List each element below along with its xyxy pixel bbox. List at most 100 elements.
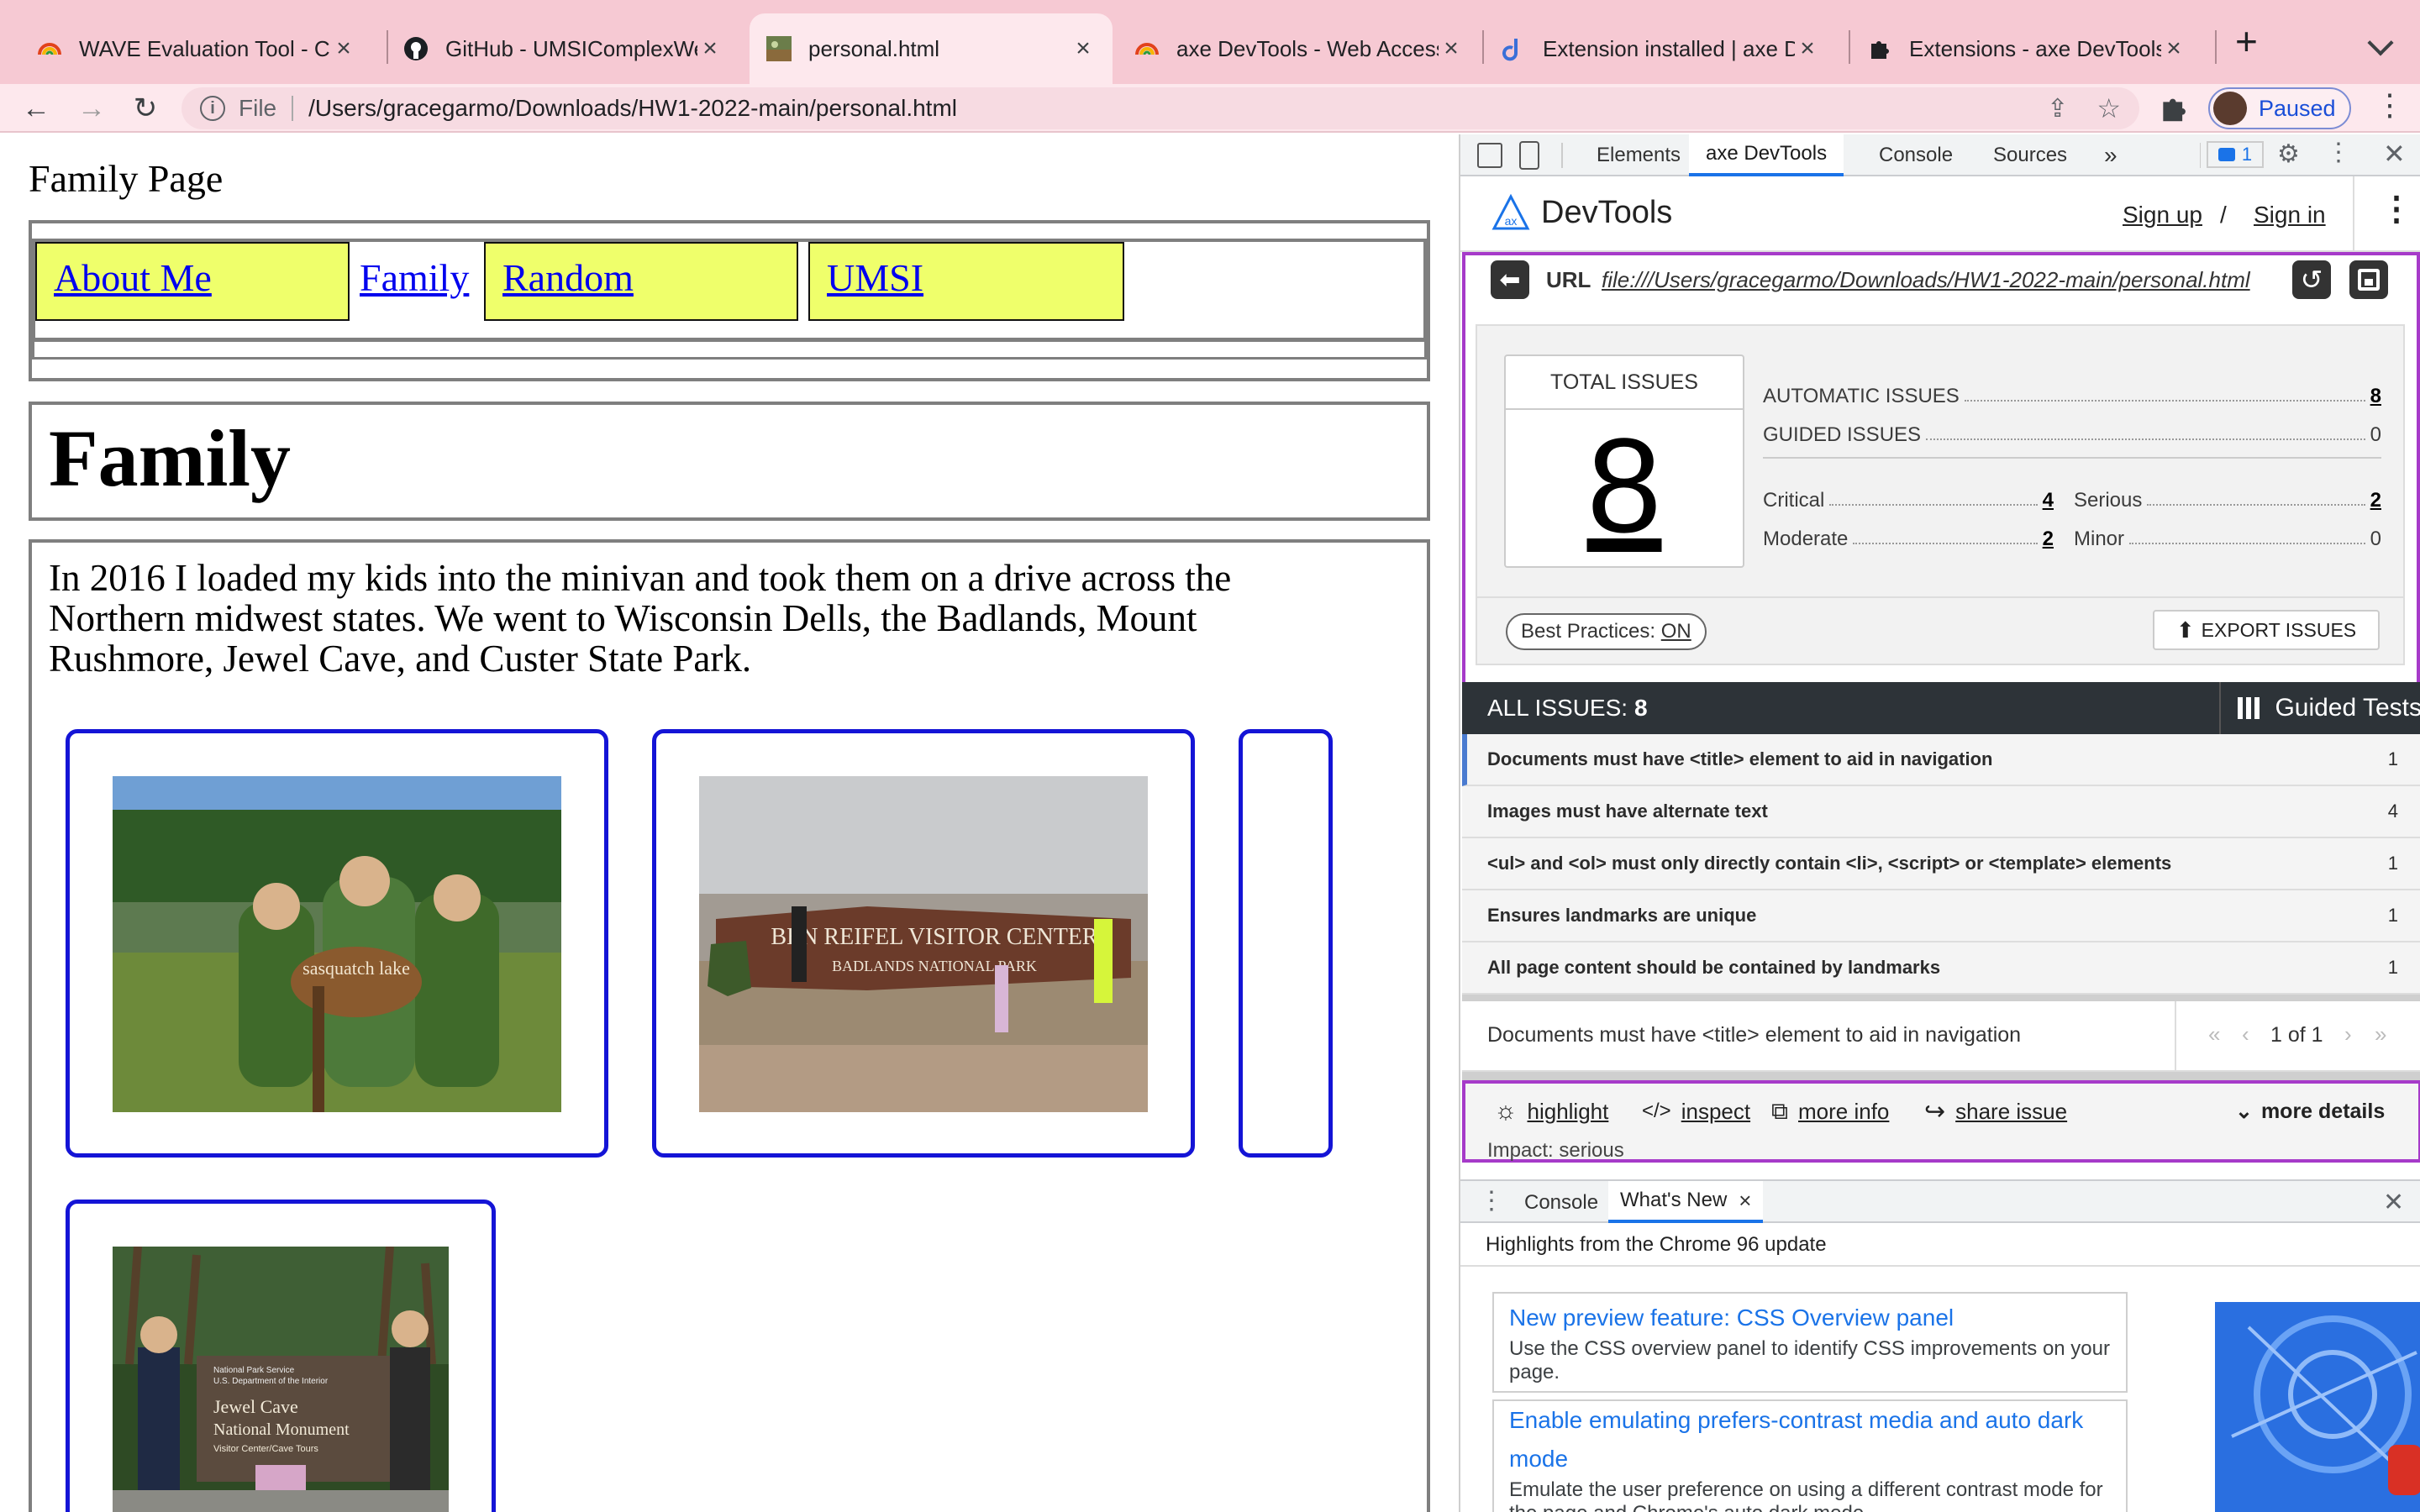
tab-title: Extension installed | axe De xyxy=(1543,35,1795,61)
serious-count[interactable]: 2 xyxy=(2370,489,2381,512)
moderate-count[interactable]: 2 xyxy=(2043,528,2054,551)
close-tab-icon[interactable]: × xyxy=(2161,34,2186,63)
card-title[interactable]: New preview feature: CSS Overview panel xyxy=(1509,1299,2111,1337)
more-tabs-icon[interactable]: » xyxy=(2104,134,2118,176)
export-issues-label: EXPORT ISSUES xyxy=(2201,618,2357,641)
rescan-icon[interactable]: ↺ xyxy=(2292,260,2331,299)
nav-link-umsi[interactable]: UMSI xyxy=(827,255,923,300)
issue-row[interactable]: Images must have alternate text 4 xyxy=(1462,786,2420,838)
drawer-menu-icon[interactable]: ⋮ xyxy=(1479,1186,1504,1215)
browser-menu-icon[interactable]: ⋮ xyxy=(2375,87,2405,123)
browser-tab-github[interactable]: GitHub - UMSIComplexWeb × xyxy=(387,13,739,84)
resize-handle[interactable] xyxy=(1462,995,2420,1001)
issue-title: Documents must have <title> element to a… xyxy=(1487,748,1993,769)
drawer-tab-whats-new[interactable]: What's New × xyxy=(1608,1181,1764,1223)
issue-row[interactable]: <ul> and <ol> must only directly contain… xyxy=(1462,838,2420,890)
bookmark-star-icon[interactable]: ☆ xyxy=(2096,92,2121,124)
whats-new-card[interactable]: Enable emulating prefers-contrast media … xyxy=(1492,1399,2128,1512)
divider xyxy=(1561,143,1563,168)
automatic-issues-count[interactable]: 8 xyxy=(2370,385,2381,408)
issue-row[interactable]: Documents must have <title> element to a… xyxy=(1462,734,2420,786)
issue-detail-title: Documents must have <title> element to a… xyxy=(1487,1023,2022,1047)
more-details-label: more details xyxy=(2260,1099,2386,1123)
guided-issues-count: 0 xyxy=(2370,423,2381,446)
devtools-tab-sources[interactable]: Sources xyxy=(1993,134,2067,176)
devtools-menu-icon[interactable]: ⋮ xyxy=(2326,138,2351,167)
new-tab-button[interactable]: + xyxy=(2235,18,2258,64)
last-page-icon[interactable]: » xyxy=(2375,1021,2386,1047)
close-tab-icon[interactable]: × xyxy=(697,34,723,63)
issue-title: Images must have alternate text xyxy=(1487,801,1768,822)
issue-title: <ul> and <ol> must only directly contain… xyxy=(1487,853,2172,874)
address-bar[interactable]: i File /Users/gracegarmo/Downloads/HW1-2… xyxy=(182,87,2139,129)
highlight-button[interactable]: ☼ highlight xyxy=(1494,1084,1608,1139)
prev-page-icon[interactable]: ‹ xyxy=(2242,1021,2249,1047)
share-icon[interactable]: ⇪ xyxy=(2047,94,2068,123)
save-icon[interactable] xyxy=(2349,260,2388,299)
guided-tests-button[interactable]: Guided Tests xyxy=(2219,682,2420,734)
export-issues-button[interactable]: ⬆ EXPORT ISSUES xyxy=(2153,610,2380,650)
url-text[interactable]: /Users/gracegarmo/Downloads/HW1-2022-mai… xyxy=(308,95,957,122)
total-issues-count[interactable]: 8 xyxy=(1506,410,1743,561)
card-description: Emulate the user preference on using a d… xyxy=(1509,1478,2103,1512)
sign-in-link[interactable]: Sign in xyxy=(2254,202,2326,228)
first-page-icon[interactable]: « xyxy=(2208,1021,2220,1047)
sign-text: National Monument xyxy=(213,1420,350,1439)
inspect-button[interactable]: </> inspect xyxy=(1642,1084,1750,1139)
close-tab-icon[interactable]: × xyxy=(1071,34,1096,63)
tab-title: personal.html xyxy=(808,35,940,61)
best-practices-label: Best Practices: xyxy=(1521,620,1656,643)
close-tab-icon[interactable]: × xyxy=(1739,1188,1751,1214)
close-tab-icon[interactable]: × xyxy=(1439,34,1464,63)
tab-title: axe DevTools - Web Access xyxy=(1176,35,1439,61)
sign-text: U.S. Department of the Interior xyxy=(213,1377,329,1386)
devtools-tab-elements[interactable]: Elements xyxy=(1597,134,1681,176)
tab-search-icon[interactable] xyxy=(2367,29,2394,56)
nav-link-family[interactable]: Family xyxy=(360,255,469,300)
nav-link-about-me[interactable]: About Me xyxy=(54,255,212,300)
issue-row[interactable]: Ensures landmarks are unique 1 xyxy=(1462,890,2420,942)
axe-menu-icon[interactable]: ⋮ xyxy=(2380,190,2413,228)
close-tab-icon[interactable]: × xyxy=(331,34,356,63)
devtools-tab-axe[interactable]: axe DevTools xyxy=(1689,134,1844,176)
device-toolbar-icon[interactable] xyxy=(1519,141,1539,170)
best-practices-toggle[interactable]: Best Practices: ON xyxy=(1506,613,1707,650)
back-to-scan-icon[interactable]: ⬅ xyxy=(1491,260,1529,299)
devtools-tab-console[interactable]: Console xyxy=(1879,134,1953,176)
sign-up-link[interactable]: Sign up xyxy=(2123,202,2202,228)
browser-tab-extension-installed[interactable]: Extension installed | axe De × xyxy=(1484,13,1837,84)
back-icon[interactable]: ← xyxy=(17,89,55,128)
browser-tab-extensions[interactable]: Extensions - axe DevTools - × xyxy=(1850,13,2203,84)
browser-tab-personal[interactable]: personal.html × xyxy=(750,13,1113,84)
reload-icon[interactable]: ↻ xyxy=(126,89,165,128)
profile-button[interactable]: Paused xyxy=(2208,87,2351,129)
total-issues-label: TOTAL ISSUES xyxy=(1506,356,1743,410)
more-details-toggle[interactable]: ⌄ more details xyxy=(2235,1084,2385,1139)
next-page-icon[interactable]: › xyxy=(2344,1021,2352,1047)
whats-new-card[interactable]: New preview feature: CSS Overview panel … xyxy=(1492,1292,2128,1393)
extensions-puzzle-icon[interactable] xyxy=(2158,92,2190,124)
forward-icon[interactable]: → xyxy=(72,89,111,128)
automatic-issues-label: AUTOMATIC ISSUES xyxy=(1763,385,1960,407)
critical-count[interactable]: 4 xyxy=(2043,489,2054,512)
settings-gear-icon[interactable]: ⚙ xyxy=(2277,139,2300,169)
close-drawer-icon[interactable]: ✕ xyxy=(2383,1188,2404,1217)
browser-tab-wave[interactable]: WAVE Evaluation Tool - Chr × xyxy=(20,13,373,84)
card-title[interactable]: Enable emulating prefers-contrast media … xyxy=(1509,1401,2111,1478)
divider xyxy=(1476,596,2405,598)
issues-count: 1 xyxy=(2241,144,2253,165)
issues-badge[interactable]: 1 xyxy=(2207,141,2264,168)
scanned-url[interactable]: file:///Users/gracegarmo/Downloads/HW1-2… xyxy=(1602,267,2250,293)
browser-tab-axe-devtools[interactable]: axe DevTools - Web Access × xyxy=(1118,13,1481,84)
all-issues-label: ALL ISSUES: xyxy=(1487,695,1628,721)
inspect-element-icon[interactable] xyxy=(1477,143,1502,168)
close-devtools-icon[interactable]: ✕ xyxy=(2383,138,2406,170)
drawer-tab-console[interactable]: Console xyxy=(1524,1191,1598,1215)
nav-link-random[interactable]: Random xyxy=(502,255,634,300)
automatic-issues-row: AUTOMATIC ISSUES 8 xyxy=(1763,370,2381,408)
info-icon[interactable]: i xyxy=(200,96,225,121)
more-info-button[interactable]: ⧉ more info xyxy=(1771,1084,1889,1139)
issue-row[interactable]: All page content should be contained by … xyxy=(1462,942,2420,995)
share-issue-button[interactable]: ↪ share issue xyxy=(1924,1084,2067,1139)
close-tab-icon[interactable]: × xyxy=(1795,34,1820,63)
